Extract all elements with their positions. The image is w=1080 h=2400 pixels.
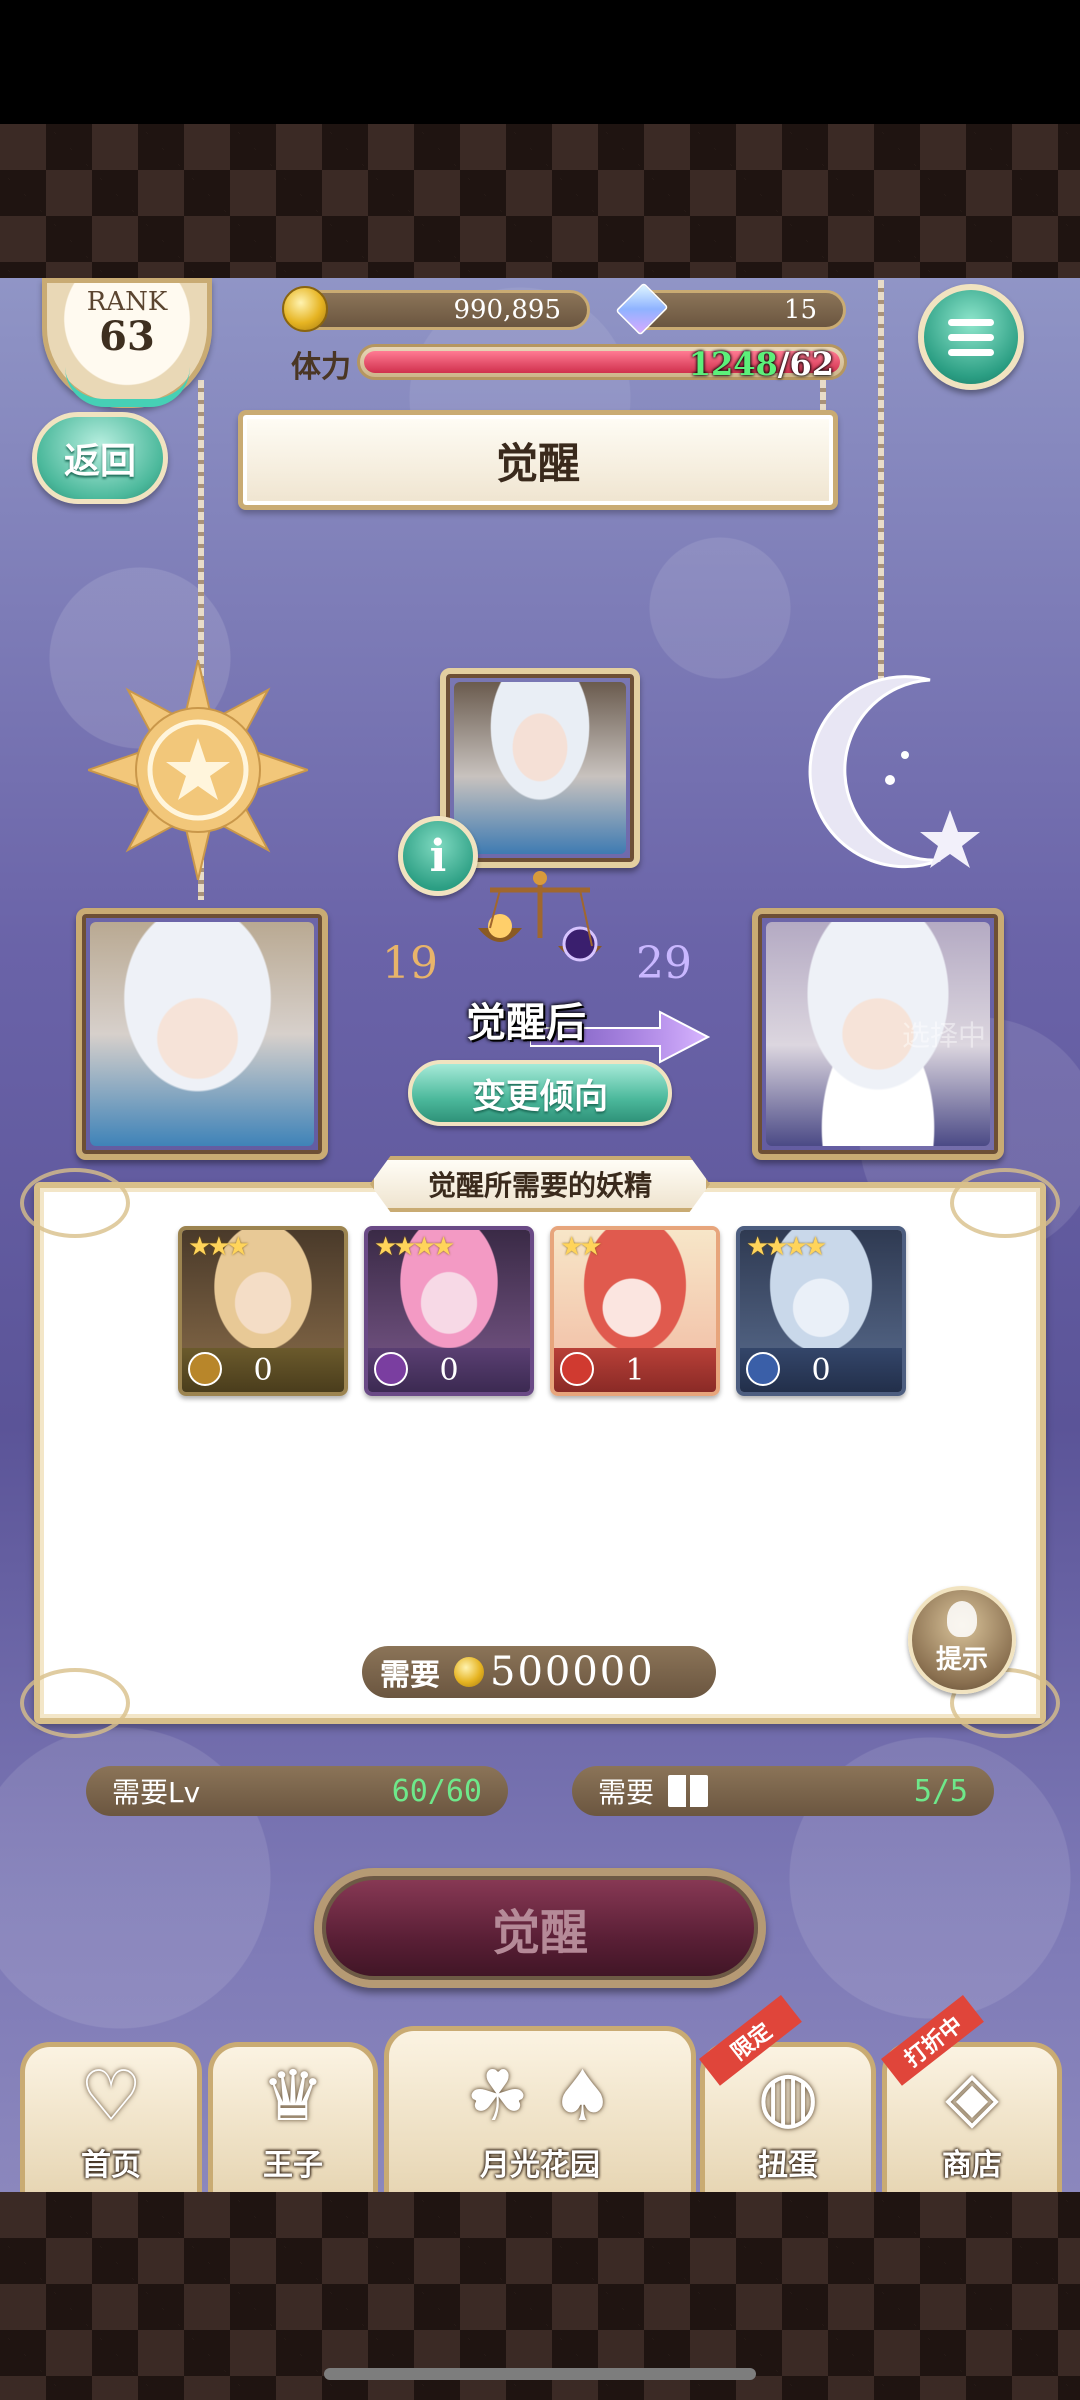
attribute-icon (746, 1352, 780, 1386)
gem-icon: ◈ (945, 2055, 999, 2137)
gold-coin-icon (282, 286, 328, 332)
fairy-card[interactable]: ★★ 1 (550, 1226, 720, 1396)
gem-value: 15 (783, 295, 817, 325)
prince-portrait-before (76, 908, 328, 1160)
change-tendency-button[interactable]: 变更倾向 (408, 1060, 672, 1126)
menu-button[interactable] (918, 284, 1024, 390)
attribute-icon (374, 1352, 408, 1386)
nav-garden-label: 月光花园 (480, 2148, 600, 2183)
fairy-card[interactable]: ★★★ 0 (178, 1226, 348, 1396)
fairy-card[interactable]: ★★★★ 0 (736, 1226, 906, 1396)
gold-counter: 990,895 (290, 290, 590, 330)
nav-home[interactable]: ♡ 首页 (20, 2042, 202, 2192)
bottom-nav: ♡ 首页 ♛ 王子 ☘ ♠ 月光花园 限定 ◍ 扭蛋 打折中 ◈ 商店 (0, 1994, 1080, 2192)
home-indicator[interactable] (324, 2368, 756, 2380)
nav-gacha-label: 扭蛋 (758, 2148, 818, 2183)
page-title: 觉醒 (238, 410, 838, 510)
required-books: 需要 5/5 (572, 1766, 994, 1816)
lightbulb-icon (947, 1601, 977, 1637)
required-level-label: 需要Lv (112, 1776, 201, 1809)
nav-prince[interactable]: ♛ 王子 (208, 2042, 378, 2192)
back-button[interactable]: 返回 (32, 412, 168, 504)
fairy-count: 0 (253, 1352, 273, 1388)
hamburger-icon-line (948, 333, 994, 341)
prince-portrait-after[interactable]: 选择中 (752, 908, 1004, 1160)
required-books-label: 需要 (598, 1776, 655, 1809)
heart-icon: ♡ (79, 2055, 143, 2137)
required-level: 需要Lv 60/60 (86, 1766, 508, 1816)
required-books-value: 5/5 (913, 1773, 968, 1809)
balance-scale-icon (478, 871, 602, 962)
corner-ornament (950, 1168, 1060, 1238)
cost-label: 需要 (380, 1658, 440, 1693)
required-fairies-header: 觉醒所需要的妖精 (370, 1156, 710, 1212)
garden-silhouette-icon: ☘ ♠ (466, 2055, 614, 2137)
fairy-count: 0 (811, 1352, 831, 1388)
star-rating-icon: ★★★ (188, 1232, 250, 1262)
prince-portrait-art (454, 682, 626, 854)
nav-shop-label: 商店 (942, 2148, 1002, 2183)
awaken-button[interactable]: 觉醒 (314, 1868, 766, 1988)
info-icon: i (429, 830, 447, 882)
stamina-track: 1248/62 (357, 344, 847, 383)
stamina-max: /62 (777, 345, 834, 383)
nav-home-label: 首页 (81, 2148, 141, 2183)
prince-portrait-before-art (90, 922, 314, 1146)
egg-icon: ◍ (757, 2055, 819, 2137)
attribute-icon (560, 1352, 594, 1386)
hamburger-icon-line (948, 318, 994, 326)
star-rating-icon: ★★★★ (746, 1232, 827, 1262)
hint-button[interactable]: 提示 (908, 1586, 1016, 1694)
corner-ornament (20, 1168, 130, 1238)
rank-value: 63 (99, 313, 155, 360)
required-level-value: 60/60 (391, 1773, 482, 1809)
hanging-chain-right (878, 280, 884, 680)
after-awakening-label: 觉醒后 (466, 1000, 586, 1046)
gold-value: 990,895 (453, 295, 561, 325)
corner-ornament (20, 1668, 130, 1738)
gold-coin-icon (454, 1657, 484, 1687)
star-rating-icon: ★★★★ (374, 1232, 455, 1262)
attribute-icon (188, 1352, 222, 1386)
stamina-current: 1248 (688, 345, 778, 383)
selecting-watermark: 选择中 (901, 1019, 986, 1052)
star-rating-icon: ★★ (560, 1232, 603, 1262)
stamina-bar: 体力 1248/62 (285, 340, 855, 385)
fairy-card[interactable]: ★★★★ 0 (364, 1226, 534, 1396)
stamina-text: 1248/62 (689, 345, 834, 383)
cost-value: 500000 (490, 1649, 655, 1695)
book-icon (668, 1775, 709, 1807)
crown-icon: ♛ (261, 2055, 325, 2137)
level-before: 19 (382, 938, 438, 989)
hint-label: 提示 (935, 1645, 988, 1675)
top-pattern (0, 124, 1080, 278)
moon-ornament-icon (808, 675, 980, 869)
gold-cost: 需要 500000 (362, 1646, 716, 1698)
info-button[interactable]: i (398, 816, 478, 896)
sun-ornament-icon (88, 660, 308, 880)
nav-shop[interactable]: 打折中 ◈ 商店 (881, 1994, 1062, 2192)
fairy-count: 1 (625, 1352, 645, 1388)
level-after: 29 (636, 938, 692, 989)
nav-gacha[interactable]: 限定 ◍ 扭蛋 (699, 1994, 876, 2192)
nav-prince-label: 王子 (263, 2148, 323, 2183)
hamburger-icon-line (948, 348, 994, 356)
nav-moonlight-garden[interactable]: ☘ ♠ 月光花园 (384, 2026, 696, 2192)
stamina-label: 体力 (291, 350, 351, 385)
fairy-count: 0 (439, 1352, 459, 1388)
